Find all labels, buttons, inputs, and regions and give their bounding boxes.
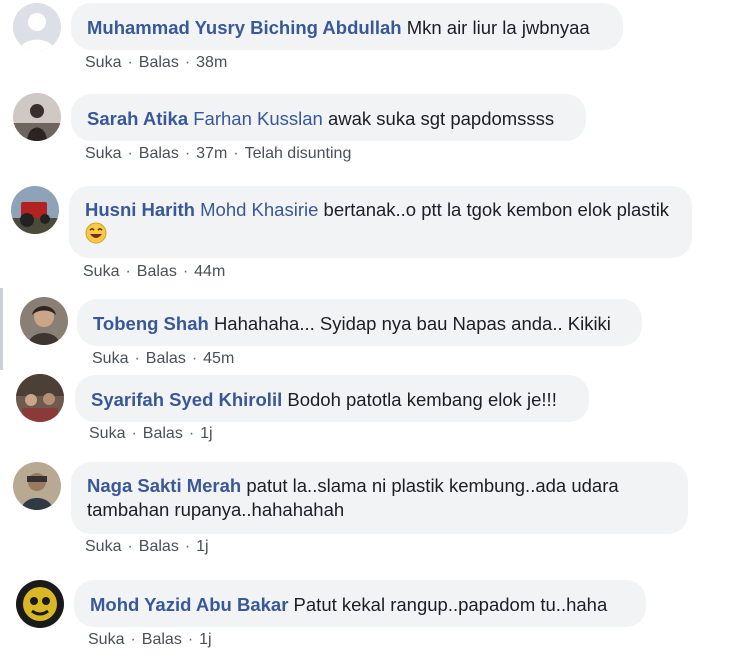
comment-author[interactable]: Syarifah Syed Khirolil bbox=[91, 389, 282, 410]
profile-photo-icon bbox=[13, 93, 61, 141]
avatar[interactable] bbox=[13, 93, 61, 141]
comment-actions: Suka · Balas · 1j bbox=[85, 538, 209, 555]
comment-text: Mkn air liur la jwbnyaa bbox=[406, 17, 590, 38]
timestamp[interactable]: 37m bbox=[196, 145, 227, 162]
avatar[interactable] bbox=[11, 186, 59, 234]
comment-bubble: Syarifah Syed Khirolil Bodoh patotla kem… bbox=[75, 375, 589, 422]
comment-actions: Suka · Balas · 1j bbox=[88, 631, 212, 648]
tagged-user[interactable]: Farhan Kusslan bbox=[193, 108, 323, 129]
comment-author[interactable]: Sarah Atika bbox=[87, 108, 188, 129]
profile-photo-icon bbox=[16, 374, 64, 422]
timestamp[interactable]: 38m bbox=[196, 54, 227, 71]
comment-bubble: Sarah Atika Farhan Kusslan awak suka sgt… bbox=[71, 94, 586, 141]
tagged-user[interactable]: Mohd Khasirie bbox=[200, 199, 318, 220]
comment-author[interactable]: Husni Harith bbox=[85, 199, 195, 220]
comment-text: Hahahaha... Syidap nya bau Napas anda.. … bbox=[213, 313, 611, 334]
comment-author[interactable]: Tobeng Shah bbox=[93, 313, 209, 334]
default-profile-icon bbox=[13, 3, 61, 51]
reply-button[interactable]: Balas bbox=[143, 425, 183, 442]
comment-bubble: Muhammad Yusry Biching Abdullah Mkn air … bbox=[71, 3, 623, 50]
timestamp[interactable]: 1j bbox=[196, 538, 208, 555]
reply-button[interactable]: Balas bbox=[137, 263, 177, 280]
edited-label[interactable]: Telah disunting bbox=[245, 145, 352, 162]
avatar[interactable] bbox=[16, 580, 64, 628]
avatar[interactable] bbox=[20, 297, 68, 345]
comment-bubble: Tobeng Shah Hahahaha... Syidap nya bau N… bbox=[77, 299, 642, 346]
reply-button[interactable]: Balas bbox=[139, 538, 179, 555]
comment-bubble: Husni Harith Mohd Khasirie bertanak..o p… bbox=[69, 186, 692, 258]
comment-actions: Suka · Balas · 38m bbox=[85, 54, 228, 71]
like-button[interactable]: Suka bbox=[85, 54, 121, 71]
comment-actions: Suka · Balas · 1j bbox=[89, 425, 213, 442]
like-button[interactable]: Suka bbox=[88, 631, 124, 648]
avatar[interactable] bbox=[16, 374, 64, 422]
like-button[interactable]: Suka bbox=[85, 538, 121, 555]
comment-text: awak suka sgt papdomssss bbox=[327, 108, 555, 129]
profile-photo-icon bbox=[20, 297, 68, 345]
reply-thread-line bbox=[0, 288, 3, 370]
reply-button[interactable]: Balas bbox=[139, 54, 179, 71]
like-button[interactable]: Suka bbox=[85, 145, 121, 162]
comment-text: Bodoh patotla kembang elok je!!! bbox=[287, 389, 557, 410]
timestamp[interactable]: 1j bbox=[200, 425, 212, 442]
comment-actions: Suka · Balas · 44m bbox=[83, 263, 226, 280]
comment-author[interactable]: Naga Sakti Merah bbox=[87, 475, 241, 496]
comment-author[interactable]: Muhammad Yusry Biching Abdullah bbox=[87, 17, 402, 38]
timestamp[interactable]: 1j bbox=[199, 631, 211, 648]
comment-bubble: Mohd Yazid Abu Bakar Patut kekal rangup.… bbox=[74, 580, 646, 627]
comment-bubble: Naga Sakti Merah patut la..slama ni plas… bbox=[71, 462, 688, 534]
reply-button[interactable]: Balas bbox=[139, 145, 179, 162]
timestamp[interactable]: 45m bbox=[203, 350, 234, 367]
comment-actions: Suka · Balas · 37m · Telah disunting bbox=[85, 145, 352, 162]
reply-button[interactable]: Balas bbox=[146, 350, 186, 367]
comment-author[interactable]: Mohd Yazid Abu Bakar bbox=[90, 594, 288, 615]
comment-text: Patut kekal rangup..papadom tu..haha bbox=[293, 594, 608, 615]
avatar[interactable] bbox=[13, 462, 61, 510]
profile-photo-icon bbox=[11, 186, 59, 234]
like-button[interactable]: Suka bbox=[89, 425, 125, 442]
like-button[interactable]: Suka bbox=[83, 263, 119, 280]
profile-photo-icon bbox=[13, 462, 61, 510]
like-button[interactable]: Suka bbox=[92, 350, 128, 367]
avatar-default[interactable] bbox=[13, 3, 61, 51]
comment-actions: Suka · Balas · 45m bbox=[92, 350, 235, 367]
reply-button[interactable]: Balas bbox=[142, 631, 182, 648]
timestamp[interactable]: 44m bbox=[194, 263, 225, 280]
profile-photo-icon bbox=[16, 580, 64, 628]
grinning-face-icon bbox=[85, 222, 107, 244]
comment-text: bertanak..o ptt la tgok kembon elok plas… bbox=[323, 199, 670, 220]
